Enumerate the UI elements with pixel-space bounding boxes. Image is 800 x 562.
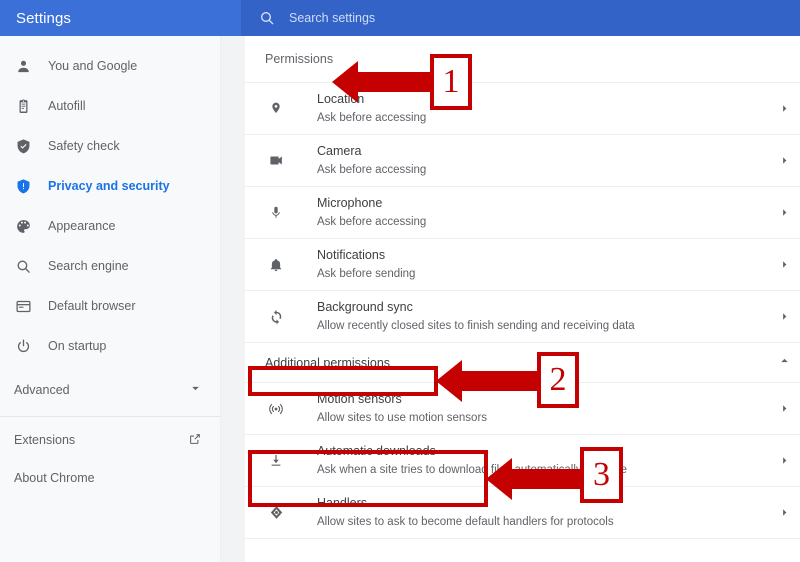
permission-row-background-sync[interactable]: Background sync Allow recently closed si… <box>245 290 800 342</box>
permission-title: Notifications <box>317 248 386 262</box>
sidebar-item-label: Default browser <box>48 299 136 313</box>
download-icon <box>265 453 287 469</box>
section-title-permissions: Permissions <box>265 52 334 66</box>
external-link-icon <box>188 432 202 449</box>
permission-subtitle: Allow sites to ask to become default han… <box>317 516 614 528</box>
permission-subtitle: Ask before accessing <box>317 164 427 176</box>
chevron-up-icon[interactable] <box>778 354 791 372</box>
sidebar-item-label: Privacy and security <box>48 179 170 193</box>
permission-title: Handlers <box>317 496 368 510</box>
permission-text: Location Ask before accessing <box>287 90 777 127</box>
sidebar-advanced-label: Advanced <box>14 383 70 397</box>
chevron-down-icon <box>189 382 202 398</box>
motion-sensor-icon <box>265 400 287 418</box>
permission-text: Motion sensors Allow sites to use motion… <box>287 390 777 427</box>
sidebar-item-label: Search engine <box>48 259 129 273</box>
chevron-right-icon[interactable] <box>777 455 791 466</box>
sidebar-item-advanced[interactable]: Advanced <box>0 370 220 410</box>
permission-subtitle: Allow recently closed sites to finish se… <box>317 320 635 332</box>
search-icon <box>14 257 32 275</box>
clipboard-icon <box>14 97 32 115</box>
handlers-icon <box>265 504 287 521</box>
chevron-right-icon[interactable] <box>777 207 791 218</box>
sidebar-item-label: On startup <box>48 339 107 353</box>
sidebar-item-label: Appearance <box>48 219 116 233</box>
permission-title: Background sync <box>317 300 413 314</box>
permission-subtitle: Ask before sending <box>317 268 416 280</box>
sidebar-item-about-chrome[interactable]: About Chrome <box>0 459 220 497</box>
shield-icon <box>14 177 32 195</box>
sidebar-item-label: Extensions <box>14 433 76 447</box>
sidebar-item-autofill[interactable]: Autofill <box>0 86 220 126</box>
search-settings-box[interactable]: Search settings <box>241 0 800 36</box>
power-icon <box>14 337 32 355</box>
browser-window-icon <box>14 297 32 315</box>
page-title: Settings <box>16 9 71 27</box>
sidebar-item-label: About Chrome <box>14 471 95 485</box>
permissions-card: Permissions Location Ask before accessin… <box>245 36 800 562</box>
sidebar-item-label: Autofill <box>48 99 86 113</box>
sidebar-item-default-browser[interactable]: Default browser <box>0 286 220 326</box>
sidebar-item-privacy-and-security[interactable]: Privacy and security <box>0 166 220 206</box>
palette-icon <box>14 217 32 235</box>
sidebar: You and Google Autofill Safety check Pri… <box>0 36 221 562</box>
additional-permissions-group-header[interactable]: Additional permissions <box>245 342 800 382</box>
additional-permissions-label: Additional permissions <box>265 355 391 370</box>
bell-icon <box>265 257 287 273</box>
chevron-right-icon[interactable] <box>777 103 791 114</box>
chevron-right-icon[interactable] <box>777 507 791 518</box>
chevron-right-icon[interactable] <box>777 403 791 414</box>
permission-text: Handlers Allow sites to ask to become de… <box>287 494 777 531</box>
video-camera-icon <box>265 152 287 169</box>
person-icon <box>14 57 32 75</box>
chevron-right-icon[interactable] <box>777 311 791 322</box>
main-content: Permissions Location Ask before accessin… <box>221 36 800 562</box>
sidebar-divider <box>0 416 220 417</box>
sidebar-item-search-engine[interactable]: Search engine <box>0 246 220 286</box>
sidebar-item-on-startup[interactable]: On startup <box>0 326 220 366</box>
permission-row-partial <box>245 538 800 562</box>
permission-row-location[interactable]: Location Ask before accessing <box>245 82 800 134</box>
settings-window: Settings Search settings You and Google <box>0 0 800 562</box>
permission-row-motion-sensors[interactable]: Motion sensors Allow sites to use motion… <box>245 382 800 434</box>
sidebar-item-safety-check[interactable]: Safety check <box>0 126 220 166</box>
shield-check-icon <box>14 137 32 155</box>
permission-row-handlers[interactable]: Handlers Allow sites to ask to become de… <box>245 486 800 538</box>
microphone-icon <box>265 205 287 221</box>
permission-text: Microphone Ask before accessing <box>287 194 777 231</box>
permission-title: Microphone <box>317 196 383 210</box>
sidebar-item-appearance[interactable]: Appearance <box>0 206 220 246</box>
permission-title: Automatic downloads <box>317 444 436 458</box>
permission-text: Automatic downloads Ask when a site trie… <box>287 442 777 479</box>
search-icon <box>259 10 275 26</box>
permission-row-automatic-downloads[interactable]: Automatic downloads Ask when a site trie… <box>245 434 800 486</box>
permission-title: Location <box>317 92 365 106</box>
chevron-right-icon[interactable] <box>777 155 791 166</box>
sidebar-item-label: You and Google <box>48 59 138 73</box>
sidebar-item-label: Safety check <box>48 139 120 153</box>
permission-row-camera[interactable]: Camera Ask before accessing <box>245 134 800 186</box>
location-pin-icon <box>265 101 287 117</box>
search-input[interactable]: Search settings <box>289 11 375 25</box>
permission-subtitle: Allow sites to use motion sensors <box>317 412 488 424</box>
permission-title: Motion sensors <box>317 392 402 406</box>
permission-row-microphone[interactable]: Microphone Ask before accessing <box>245 186 800 238</box>
permission-title: Camera <box>317 144 362 158</box>
permission-subtitle: Ask before accessing <box>317 216 427 228</box>
sidebar-item-extensions[interactable]: Extensions <box>0 421 220 459</box>
permission-row-notifications[interactable]: Notifications Ask before sending <box>245 238 800 290</box>
chevron-right-icon[interactable] <box>777 259 791 270</box>
top-bar: Settings Search settings <box>0 0 800 36</box>
permission-subtitle: Ask before accessing <box>317 112 427 124</box>
sync-icon <box>265 308 287 325</box>
permission-text: Camera Ask before accessing <box>287 142 777 179</box>
permission-text: Background sync Allow recently closed si… <box>287 298 777 335</box>
permission-text: Notifications Ask before sending <box>287 246 777 283</box>
permission-subtitle: Ask when a site tries to download files … <box>317 464 628 476</box>
sidebar-item-you-and-google[interactable]: You and Google <box>0 46 220 86</box>
